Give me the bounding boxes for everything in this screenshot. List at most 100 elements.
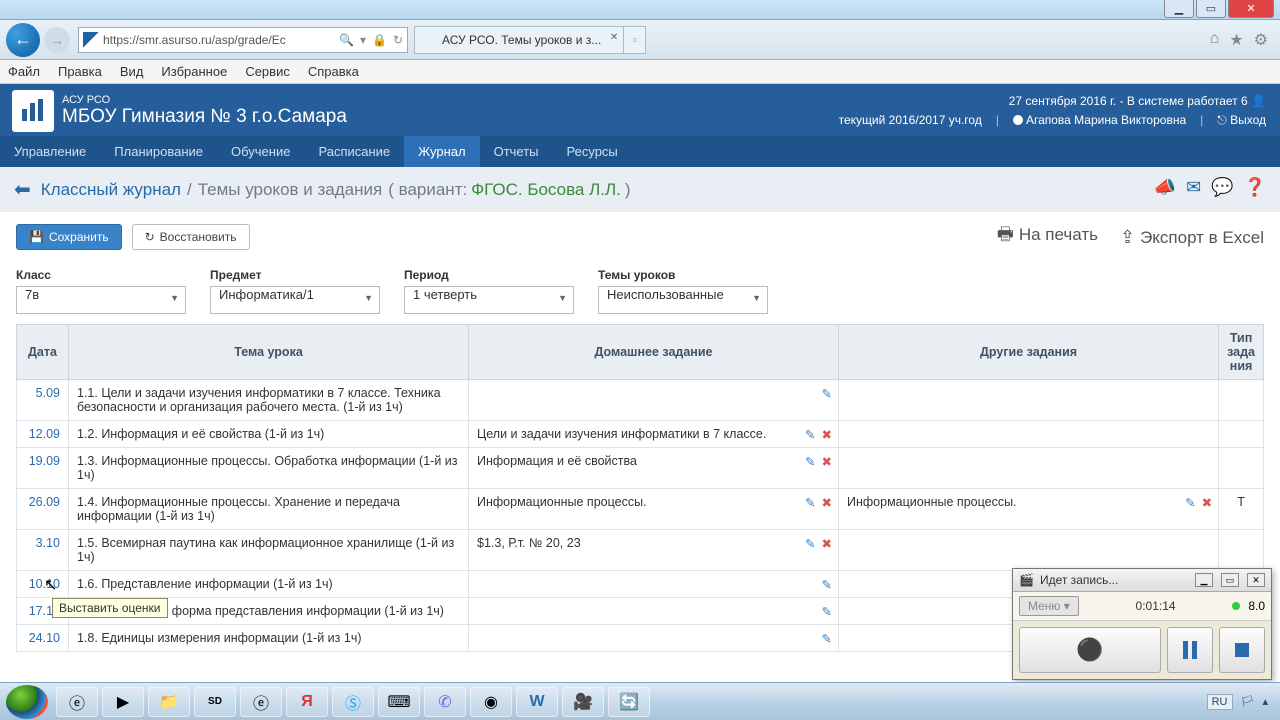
- taskbar-app-sd[interactable]: SD: [194, 687, 236, 717]
- edit-hw-icon[interactable]: ✎: [805, 454, 815, 469]
- menu-view[interactable]: Вид: [120, 64, 144, 79]
- recorder-close[interactable]: ✕: [1247, 573, 1265, 587]
- taskbar-keyboard[interactable]: ⌨: [378, 687, 420, 717]
- variant-value[interactable]: ФГОС. Босова Л.Л.: [471, 180, 621, 200]
- taskbar-ie2[interactable]: ⓔ: [240, 687, 282, 717]
- people-icon: 👤: [1251, 94, 1266, 108]
- filter-topics-label: Темы уроков: [598, 268, 768, 282]
- nav-item-3[interactable]: Расписание: [304, 136, 404, 167]
- chat-icon[interactable]: 💬: [1211, 177, 1233, 198]
- taskbar-word[interactable]: W: [516, 687, 558, 717]
- browser-back-button[interactable]: ←: [6, 23, 40, 57]
- tray-lang[interactable]: RU: [1207, 694, 1233, 710]
- recorder-maximize[interactable]: ▭: [1221, 573, 1239, 587]
- favorites-icon[interactable]: ★: [1229, 30, 1243, 50]
- browser-forward-button[interactable]: →: [44, 27, 70, 53]
- nav-item-1[interactable]: Планирование: [100, 136, 217, 167]
- refresh-icon[interactable]: ↻: [393, 33, 403, 47]
- menu-favorites[interactable]: Избранное: [161, 64, 227, 79]
- recorder-minimize[interactable]: ▁: [1195, 573, 1213, 587]
- taskbar-ie[interactable]: ⓔ: [56, 687, 98, 717]
- cell-date[interactable]: 19.09: [17, 448, 69, 489]
- window-maximize-button[interactable]: ▭: [1196, 0, 1226, 18]
- announce-icon[interactable]: 📣: [1154, 177, 1176, 198]
- recorder-window[interactable]: 🎬 Идет запись... ▁ ▭ ✕ Меню ▾ 0:01:14 8.…: [1012, 568, 1272, 680]
- edit-hw-icon[interactable]: ✎: [805, 427, 815, 442]
- taskbar-skype[interactable]: Ⓢ: [332, 687, 374, 717]
- cell-type: [1219, 421, 1264, 448]
- cell-date[interactable]: 24.10: [17, 625, 69, 652]
- delete-hw-icon[interactable]: ✖: [822, 454, 832, 469]
- taskbar-viber[interactable]: ✆: [424, 687, 466, 717]
- edit-hw-icon[interactable]: ✎: [805, 536, 815, 551]
- print-action[interactable]: 🖶 На печать: [997, 222, 1098, 252]
- cell-homework: ✎: [469, 598, 839, 625]
- taskbar-wmp[interactable]: ▶: [102, 687, 144, 717]
- menu-file[interactable]: Файл: [8, 64, 40, 79]
- col-date: Дата: [17, 325, 69, 380]
- help-icon[interactable]: ❓: [1244, 177, 1266, 198]
- nav-item-2[interactable]: Обучение: [217, 136, 304, 167]
- filter-class-select[interactable]: 7в: [16, 286, 186, 314]
- main-nav: УправлениеПланированиеОбучениеРасписание…: [0, 136, 1280, 167]
- delete-other-icon[interactable]: ✖: [1202, 495, 1212, 510]
- mail-icon[interactable]: ✉: [1186, 177, 1201, 198]
- header-year[interactable]: текущий 2016/2017 уч.год: [839, 111, 982, 130]
- edit-hw-icon[interactable]: ✎: [822, 604, 832, 619]
- breadcrumb-part1[interactable]: Классный журнал: [41, 180, 181, 200]
- restore-button[interactable]: ↻Восстановить: [132, 224, 250, 250]
- address-bar[interactable]: https://smr.asurso.ru/asp/grade/Ec 🔍 ▾ 🔒…: [78, 27, 408, 53]
- taskbar-chrome[interactable]: ◉: [470, 687, 512, 717]
- delete-hw-icon[interactable]: ✖: [822, 495, 832, 510]
- cell-date[interactable]: 3.10: [17, 530, 69, 571]
- filter-topics-select[interactable]: Неиспользованные: [598, 286, 768, 314]
- cell-other: [839, 380, 1219, 421]
- taskbar-explorer[interactable]: 📁: [148, 687, 190, 717]
- window-close-button[interactable]: ✕: [1228, 0, 1274, 18]
- filter-period-select[interactable]: 1 четверть: [404, 286, 574, 314]
- delete-hw-icon[interactable]: ✖: [822, 536, 832, 551]
- recorder-stop-button[interactable]: [1219, 627, 1265, 673]
- search-dropdown-icon[interactable]: 🔍: [339, 33, 354, 47]
- cell-date[interactable]: 10.10: [17, 571, 69, 598]
- taskbar-app[interactable]: 🔄: [608, 687, 650, 717]
- header-user[interactable]: Агапова Марина Викторовна: [1026, 113, 1186, 127]
- cell-date[interactable]: 12.09: [17, 421, 69, 448]
- nav-item-5[interactable]: Отчеты: [480, 136, 553, 167]
- edit-hw-icon[interactable]: ✎: [822, 631, 832, 646]
- tray-chevron-icon[interactable]: ▴: [1262, 695, 1268, 708]
- taskbar-camstudio[interactable]: 🎥: [562, 687, 604, 717]
- taskbar-yandex[interactable]: Я: [286, 687, 328, 717]
- menu-edit[interactable]: Правка: [58, 64, 102, 79]
- recorder-record-button[interactable]: ⚫: [1019, 627, 1161, 673]
- recorder-pause-button[interactable]: [1167, 627, 1213, 673]
- tray-flag-icon[interactable]: 🏳: [1241, 695, 1255, 708]
- edit-hw-icon[interactable]: ✎: [822, 386, 832, 401]
- edit-other-icon[interactable]: ✎: [1185, 495, 1195, 510]
- home-icon[interactable]: ⌂: [1210, 30, 1220, 50]
- delete-hw-icon[interactable]: ✖: [822, 427, 832, 442]
- cell-date[interactable]: 5.09: [17, 380, 69, 421]
- tab-close-icon[interactable]: ✕: [610, 32, 618, 43]
- new-tab-button[interactable]: ▫: [624, 26, 646, 54]
- edit-hw-icon[interactable]: ✎: [805, 495, 815, 510]
- save-button[interactable]: 💾Сохранить: [16, 224, 122, 250]
- recorder-status-dot: [1232, 602, 1240, 610]
- window-minimize-button[interactable]: ▁: [1164, 0, 1194, 18]
- nav-item-0[interactable]: Управление: [0, 136, 100, 167]
- user-icon: [1013, 115, 1023, 125]
- filter-subject-select[interactable]: Информатика/1: [210, 286, 380, 314]
- cell-date[interactable]: 26.09: [17, 489, 69, 530]
- tools-icon[interactable]: ⚙: [1254, 30, 1268, 50]
- export-excel-action[interactable]: ⇪ Экспорт в Excel: [1120, 227, 1264, 248]
- menu-help[interactable]: Справка: [308, 64, 359, 79]
- menu-service[interactable]: Сервис: [245, 64, 290, 79]
- browser-tab[interactable]: АСУ РСО. Темы уроков и з... ✕: [414, 26, 624, 54]
- recorder-menu-button[interactable]: Меню ▾: [1019, 596, 1079, 616]
- start-button[interactable]: [6, 685, 48, 719]
- nav-item-6[interactable]: Ресурсы: [553, 136, 632, 167]
- edit-hw-icon[interactable]: ✎: [822, 577, 832, 592]
- logout-link[interactable]: ⎋ Выход: [1217, 111, 1266, 130]
- page-back-icon[interactable]: ⬅: [14, 177, 31, 202]
- nav-item-4[interactable]: Журнал: [404, 136, 479, 167]
